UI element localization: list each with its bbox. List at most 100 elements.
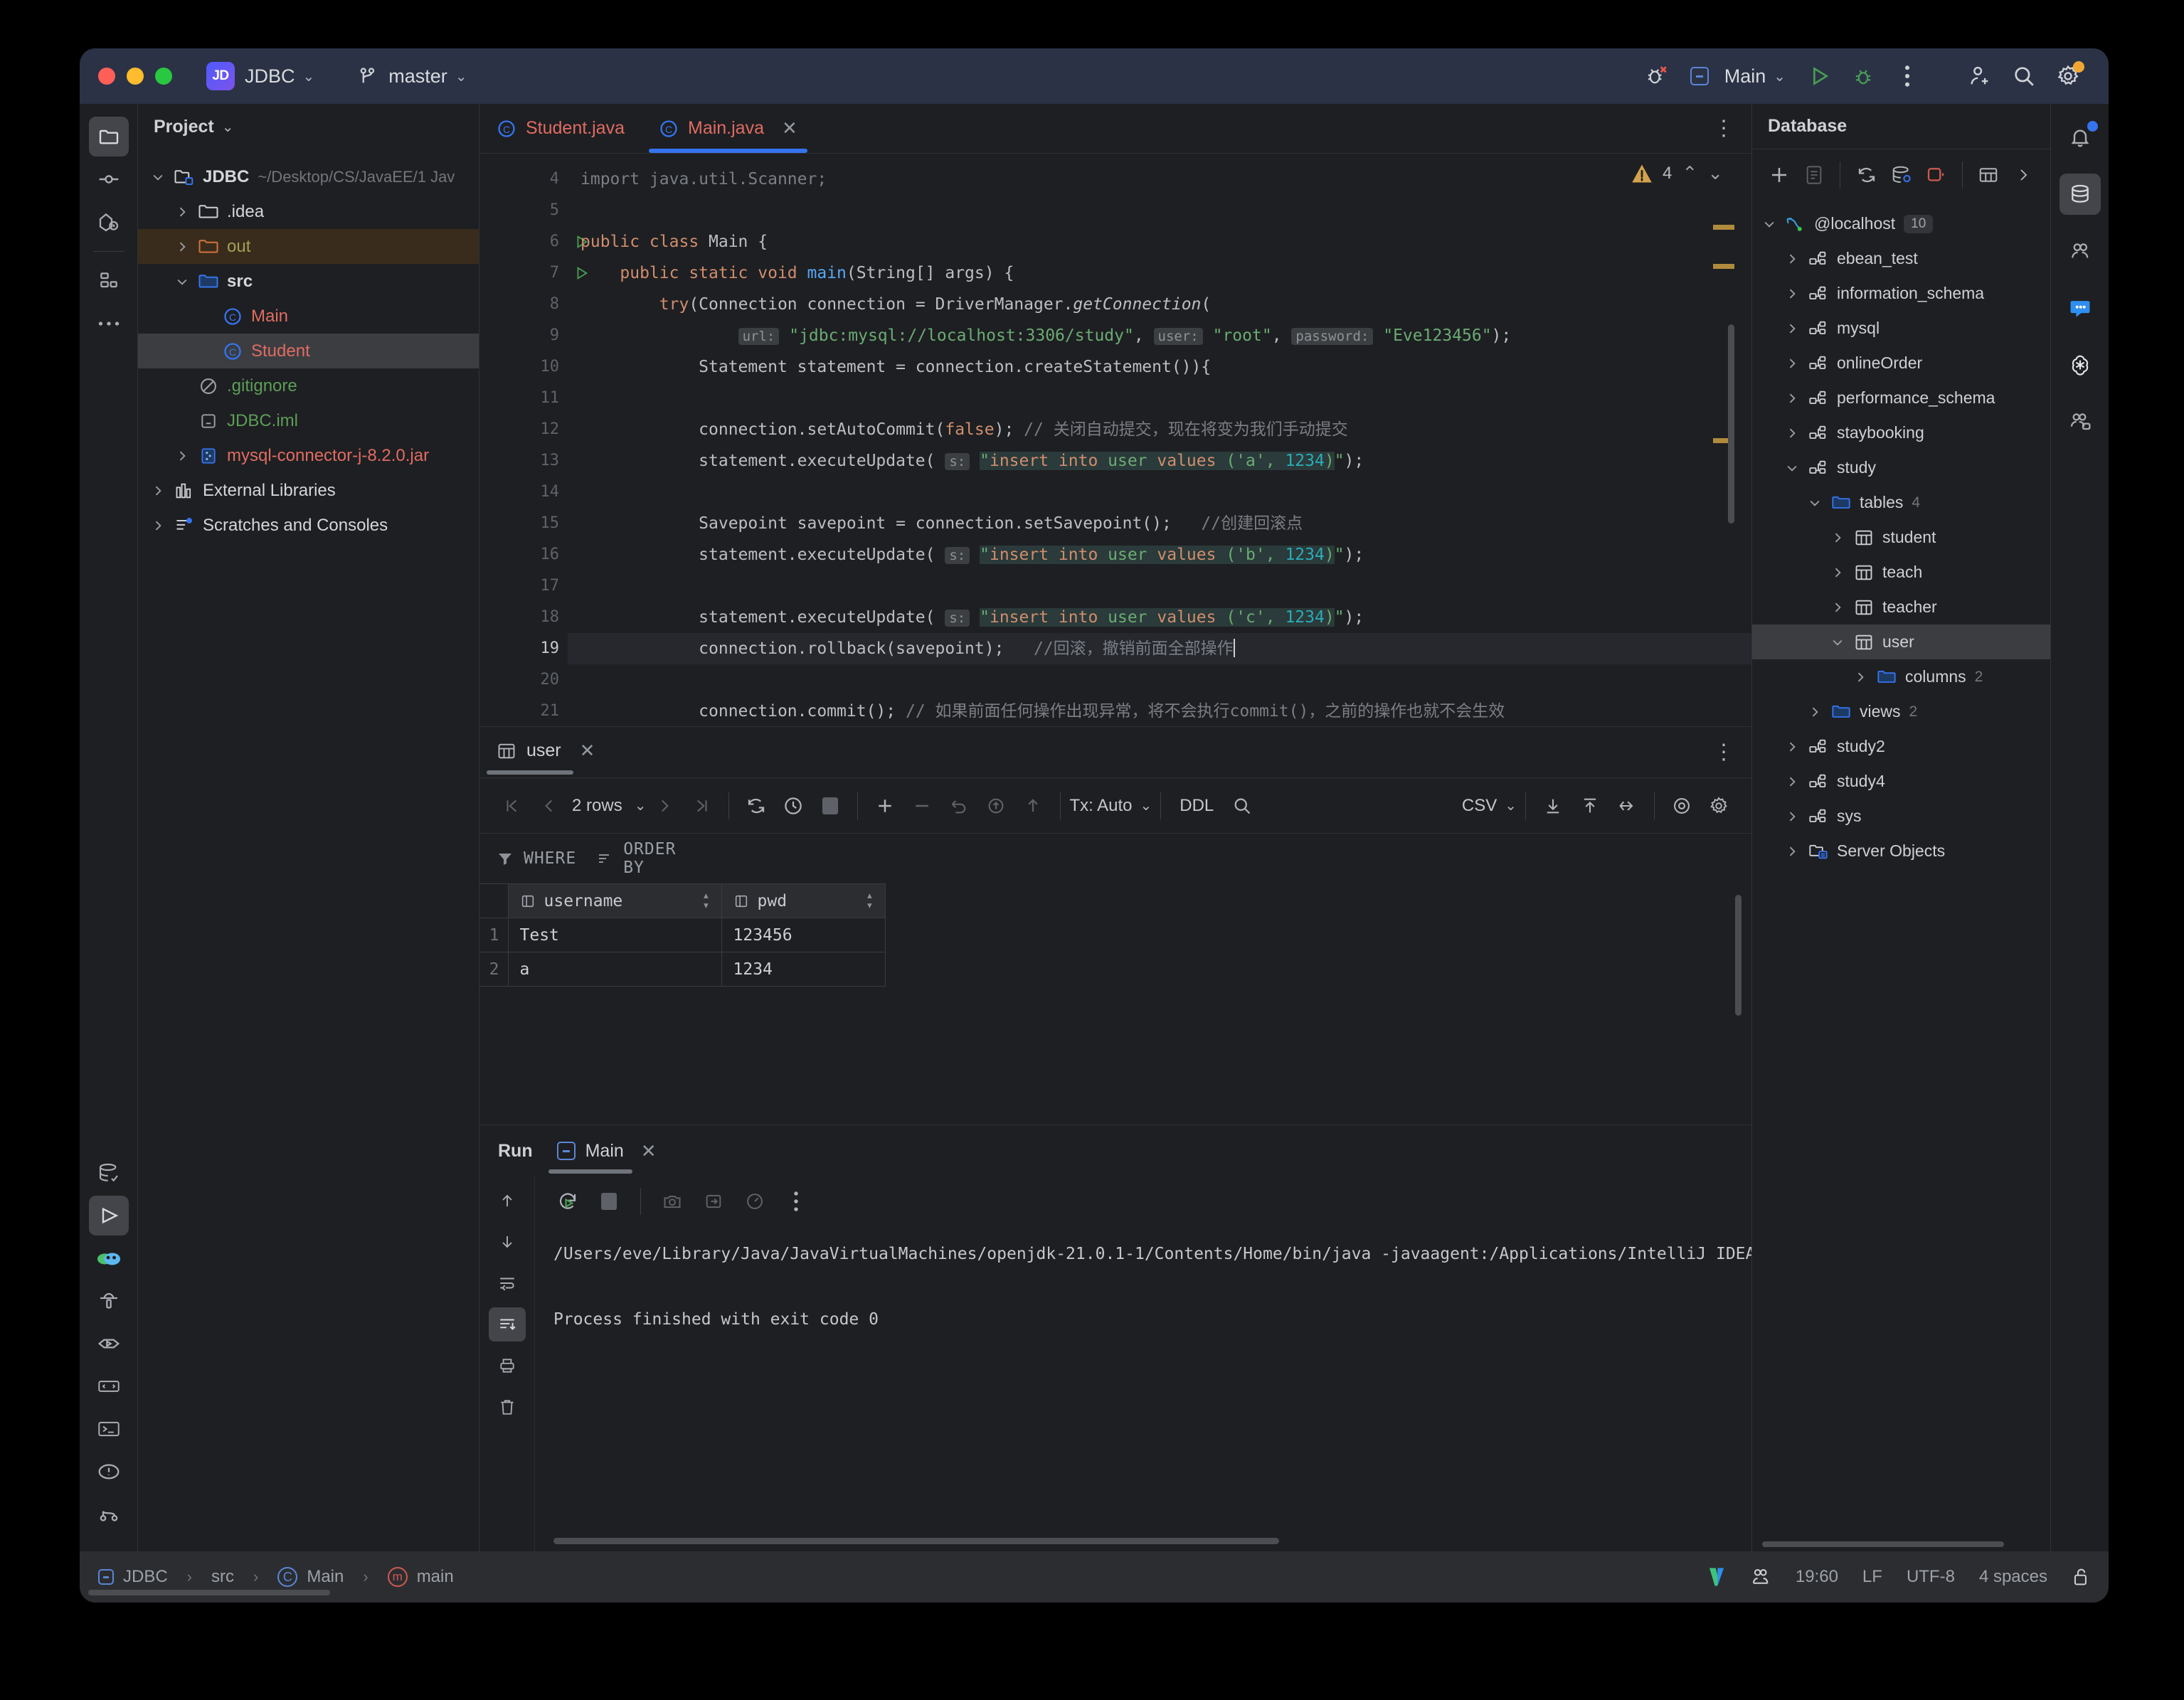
database-tree[interactable]: @localhost 10 ebean_test information_schema… [1752,201,2050,1536]
tool-commit-icon[interactable] [89,159,129,199]
previous-problem-icon[interactable]: ⌃ [1682,162,1697,184]
expand-toolbar-icon[interactable] [2005,156,2040,193]
database-tree-item[interactable]: Server Objects [1752,834,2050,868]
chevron-down-icon[interactable]: ⌄ [635,797,647,814]
editor-options-icon[interactable]: ⋮ [1713,104,1751,153]
stop-process-icon[interactable] [590,1183,627,1220]
chevron-down-icon[interactable]: ⌄ [1140,797,1152,814]
transaction-mode-label[interactable]: Tx: Auto [1069,796,1132,816]
project-tree-item[interactable]: C Student [138,334,479,368]
chevron-right-icon[interactable] [1830,531,1852,545]
previous-page-icon[interactable] [531,787,568,824]
view-mode-icon[interactable] [1663,787,1700,824]
tool-run-icon[interactable] [88,1196,129,1236]
code-line[interactable]: statement.executeUpdate( s: "insert into… [568,445,1751,477]
stop-icon[interactable] [812,787,849,824]
chevron-right-icon[interactable] [1808,705,1829,719]
tool-version-control-icon[interactable] [89,1494,129,1534]
database-tree-item[interactable]: study2 [1752,729,2050,764]
editor-gutter[interactable]: 456789101112131415161718192021222324 [479,154,588,726]
export-icon[interactable] [1571,787,1608,824]
project-tree-item[interactable]: JDBC ~/Desktop/CS/JavaEE/1 Jav [138,159,479,194]
code-line[interactable] [568,570,1751,602]
search-icon[interactable] [2002,54,2046,98]
column-header[interactable]: pwd ▴ ▾ [721,883,886,918]
editor-tab[interactable]: C Student.java [479,104,642,153]
project-tree-item[interactable]: External Libraries [138,473,479,508]
grid-vertical-scrollbar[interactable] [1735,895,1742,1016]
code-line[interactable]: try(Connection connection = DriverManage… [568,289,1751,320]
console-horizontal-scrollbar[interactable] [553,1538,1279,1544]
maximize-window-button[interactable] [155,68,172,85]
file-encoding[interactable]: UTF-8 [1907,1567,1955,1587]
database-tree-item[interactable]: teach [1752,555,2050,590]
tool-ai-chat-icon[interactable] [2060,287,2101,329]
settings-gear-icon[interactable] [2046,54,2090,98]
rerun-icon[interactable] [549,1183,586,1220]
close-icon[interactable]: ✕ [782,117,797,139]
line-separator[interactable]: LF [1862,1567,1882,1587]
attach-process-icon[interactable] [695,1183,732,1220]
project-tree-item[interactable]: .idea [138,194,479,229]
tool-terminal-icon[interactable] [89,1409,129,1449]
code-line[interactable] [568,195,1751,226]
tool-build-icon[interactable] [89,1281,129,1321]
breadcrumb-item-2[interactable]: Main [307,1567,344,1587]
data-grid[interactable]: username ▴ ▾ pwd ▴ ▾ 1 Test 123456 2 a 1234 [479,883,1751,1125]
tool-services-icon[interactable] [89,1324,129,1364]
add-datasource-icon[interactable] [1762,156,1797,193]
tool-openai-icon[interactable] [2060,344,2101,386]
tool-database-check-icon[interactable] [89,1153,129,1193]
data-panel-options-icon[interactable]: ⋮ [1713,740,1734,765]
project-tree-item[interactable]: mysql-connector-j-8.2.0.jar [138,438,479,473]
code-line[interactable] [568,383,1751,414]
chevron-right-icon[interactable] [1785,844,1806,859]
tool-more-icon[interactable] [89,304,129,344]
database-tree-item[interactable]: @localhost 10 [1752,206,2050,241]
database-tree-item[interactable]: tables 4 [1752,485,2050,520]
chevron-down-icon[interactable]: ⌄ [222,118,234,136]
minimize-window-button[interactable] [127,68,144,85]
database-tree-item[interactable]: student [1752,520,2050,555]
code-with-me-icon[interactable] [1750,1567,1771,1587]
editor-tab-bar[interactable]: C Student.java C Main.java ✕ ⋮ [479,104,1751,154]
console-output[interactable]: /Users/eve/Library/Java/JavaVirtualMachi… [535,1226,1751,1551]
chevron-down-icon[interactable] [175,275,196,289]
code-line[interactable]: connection.rollback(savepoint); //回滚，撤销前… [568,633,1751,664]
scroll-to-end-icon[interactable] [488,1307,526,1342]
chevron-right-icon[interactable] [1785,426,1806,440]
order-by-label[interactable]: ORDER BY [623,840,701,877]
run-tab-main[interactable]: Main ✕ [548,1140,657,1174]
code-line[interactable]: connection.commit(); // 如果前面任何操作出现异常，将不会… [568,696,1751,726]
data-table[interactable]: username ▴ ▾ pwd ▴ ▾ 1 Test 123456 2 a 1234 [479,883,886,987]
database-horizontal-scrollbar[interactable] [1762,1541,2004,1547]
tool-database-icon[interactable] [2059,174,2101,215]
upload-icon[interactable] [1014,787,1051,824]
database-tree-item[interactable]: sys [1752,799,2050,834]
chevron-down-icon[interactable] [1762,217,1783,231]
delete-row-icon[interactable] [903,787,940,824]
scroll-down-icon[interactable] [489,1225,526,1259]
debug-button[interactable] [1841,54,1885,98]
project-tree-item[interactable]: src [138,264,479,299]
database-tree-item[interactable]: staybooking [1752,415,2050,450]
notifications-bell-icon[interactable] [2060,117,2101,158]
download-icon[interactable] [1534,787,1571,824]
close-icon[interactable]: ✕ [641,1140,657,1162]
next-page-icon[interactable] [646,787,683,824]
chevron-right-icon[interactable] [1785,775,1806,789]
database-tree-item[interactable]: ebean_test [1752,241,2050,276]
where-label[interactable]: WHERE [524,849,576,868]
chevron-right-icon[interactable] [175,240,196,254]
table-row[interactable]: 1 Test 123456 [479,918,886,952]
run-button[interactable] [1797,54,1841,98]
close-window-button[interactable] [98,68,115,85]
chevron-down-icon[interactable]: ⌄ [1505,797,1517,814]
project-tree-item[interactable]: JDBC.iml [138,403,479,438]
search-icon[interactable] [1224,787,1261,824]
tool-pull-requests-icon[interactable] [89,202,129,242]
chevron-right-icon[interactable] [1785,391,1806,405]
revert-icon[interactable] [940,787,977,824]
project-selector[interactable]: JD JDBC ⌄ [206,62,314,90]
print-icon[interactable] [489,1349,526,1383]
